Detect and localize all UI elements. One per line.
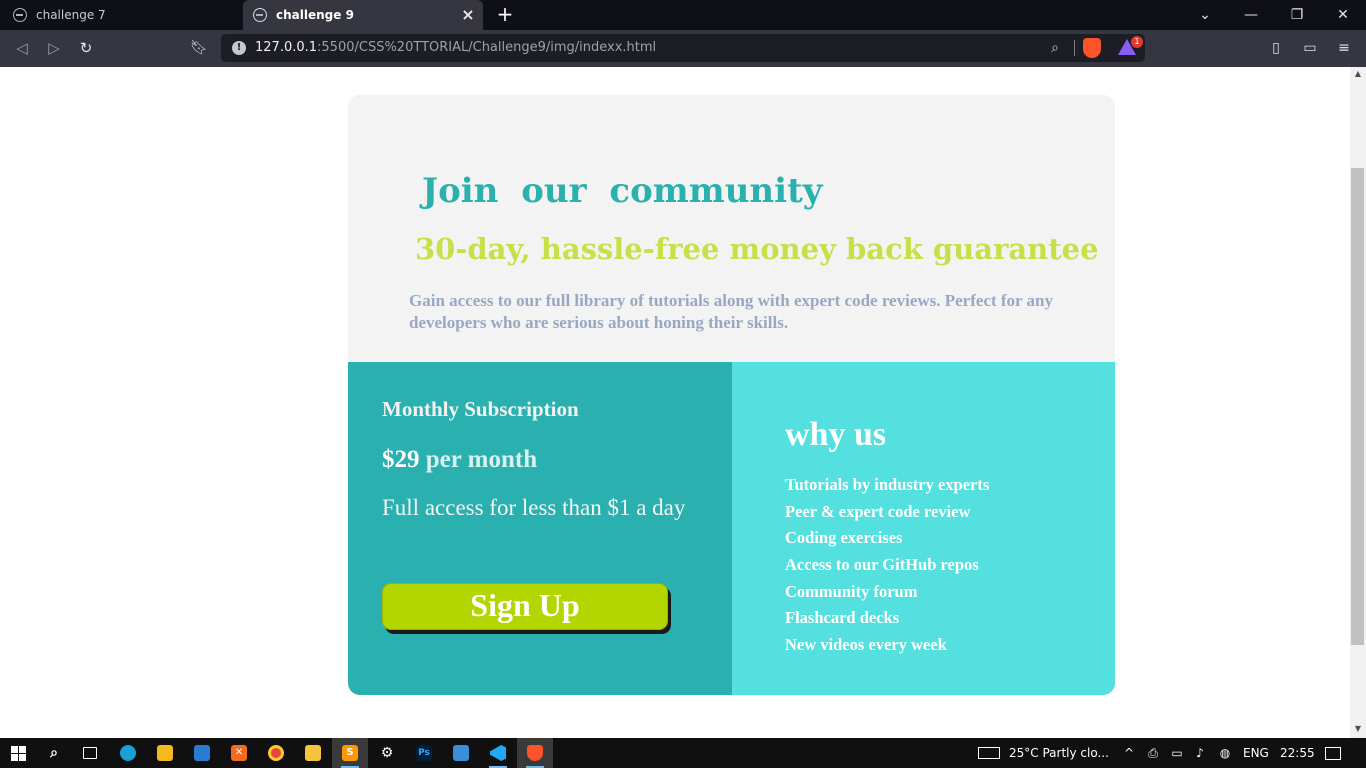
- edge-icon[interactable]: [110, 738, 146, 768]
- scroll-down-arrow-icon[interactable]: ▼: [1350, 724, 1366, 736]
- list-item: Peer & expert code review: [785, 501, 971, 521]
- why-us-panel: why us Tutorials by industry experts Pee…: [732, 362, 1115, 695]
- site-info-icon[interactable]: !: [232, 41, 246, 55]
- scrollbar-thumb[interactable]: [1351, 168, 1364, 645]
- close-window-button[interactable]: ✕: [1320, 0, 1366, 30]
- brave-shields-icon[interactable]: [1083, 38, 1101, 58]
- xampp-icon[interactable]: ✕: [221, 738, 257, 768]
- page-viewport: Join our community 30-day, hassle-free m…: [0, 67, 1350, 738]
- brave-browser-icon[interactable]: [517, 738, 553, 768]
- tab-challenge-7[interactable]: challenge 7: [0, 0, 242, 30]
- list-item: Coding exercises: [785, 528, 903, 548]
- list-item: Community forum: [785, 581, 918, 601]
- divider: [1074, 40, 1075, 56]
- settings-gear-icon[interactable]: ⚙: [369, 738, 405, 768]
- vscode-icon[interactable]: [480, 738, 516, 768]
- address-bar[interactable]: ! 127.0.0.1:5500/CSS%20TTORIAL/Challenge…: [221, 34, 1145, 62]
- network-globe-icon[interactable]: ◍: [1217, 745, 1233, 761]
- why-us-title: why us: [785, 416, 887, 453]
- scroll-up-arrow-icon[interactable]: ▲: [1350, 69, 1366, 81]
- price-period: per month: [425, 446, 538, 473]
- reload-button[interactable]: ↻: [73, 36, 99, 60]
- url-text[interactable]: 127.0.0.1:5500/CSS%20TTORIAL/Challenge9/…: [255, 40, 656, 55]
- browser-toolbar: ◁ ▷ ↻ 🔖︎ ! 127.0.0.1:5500/CSS%20TTORIAL/…: [0, 30, 1366, 67]
- task-view-icon[interactable]: [72, 738, 108, 768]
- new-tab-button[interactable]: +: [494, 3, 516, 27]
- battery-icon[interactable]: ▭: [1169, 745, 1185, 761]
- globe-icon: [13, 8, 27, 22]
- windows-taskbar: ⌕ ✕ S ⚙ Ps 25°C Partly clo... ^ ⎙ ▭ ♪ ◍ …: [0, 738, 1366, 768]
- chevron-up-icon[interactable]: ^: [1121, 745, 1137, 761]
- weather-widget[interactable]: 25°C Partly clo...: [1009, 738, 1109, 768]
- tab-search-icon[interactable]: ⌄: [1182, 0, 1228, 30]
- notifications-icon[interactable]: [1325, 747, 1341, 760]
- sublime-text-icon[interactable]: S: [332, 738, 368, 768]
- wallet-icon[interactable]: ▭: [1299, 38, 1321, 58]
- photoshop-icon[interactable]: Ps: [406, 738, 442, 768]
- restore-button[interactable]: ❐: [1274, 0, 1320, 30]
- forward-button[interactable]: ▷: [41, 36, 67, 60]
- speaker-icon[interactable]: ♪: [1192, 745, 1208, 761]
- notification-badge: 1: [1131, 36, 1143, 48]
- windows-logo-icon: [10, 745, 26, 761]
- pricing-card: Join our community 30-day, hassle-free m…: [348, 95, 1115, 695]
- tab-title: challenge 9: [276, 8, 354, 22]
- store-icon[interactable]: [147, 738, 183, 768]
- photos-icon[interactable]: [443, 738, 479, 768]
- guarantee-subtitle: 30-day, hassle-free money back guarantee: [415, 232, 1099, 266]
- list-item: Flashcard decks: [785, 608, 900, 628]
- back-button[interactable]: ◁: [9, 36, 35, 60]
- list-item: New videos every week: [785, 635, 947, 655]
- chrome-icon[interactable]: [258, 738, 294, 768]
- browser-tab-strip: challenge 7 challenge 9 × + ⌄ — ❐ ✕: [0, 0, 1366, 30]
- sign-up-button[interactable]: Sign Up: [382, 583, 668, 630]
- tab-title: challenge 7: [36, 8, 106, 22]
- sidebar-toggle-icon[interactable]: ▯: [1265, 38, 1287, 58]
- benefits-list: Tutorials by industry experts Peer & exp…: [785, 472, 989, 659]
- news-widget-icon[interactable]: [978, 747, 1000, 759]
- subscription-panel: Monthly Subscription $29 per month Full …: [348, 362, 732, 695]
- file-explorer-icon[interactable]: [295, 738, 331, 768]
- subscription-title: Monthly Subscription: [382, 397, 579, 421]
- bookmark-icon[interactable]: 🔖︎: [189, 38, 209, 60]
- tab-challenge-9[interactable]: challenge 9 ×: [243, 0, 483, 30]
- clock[interactable]: 22:55: [1280, 738, 1315, 768]
- list-item: Access to our GitHub repos: [785, 555, 979, 575]
- menu-icon[interactable]: ≡: [1333, 38, 1355, 58]
- price-amount: $29: [382, 446, 420, 473]
- language-indicator[interactable]: ENG: [1243, 738, 1269, 768]
- vertical-scrollbar[interactable]: ▲ ▼: [1350, 67, 1366, 738]
- description-text: Gain access to our full library of tutor…: [409, 291, 1053, 332]
- zoom-icon[interactable]: ⌕: [1046, 39, 1064, 57]
- access-text: Full access for less than $1 a day: [382, 495, 686, 520]
- close-tab-icon[interactable]: ×: [459, 6, 477, 24]
- page-title: Join our community: [422, 171, 823, 211]
- card-header-section: Join our community 30-day, hassle-free m…: [348, 95, 1115, 362]
- mail-icon[interactable]: [184, 738, 220, 768]
- list-item: Tutorials by industry experts: [785, 475, 990, 494]
- search-icon[interactable]: ⌕: [36, 738, 72, 768]
- price-label: $29 per month: [382, 446, 537, 474]
- start-button[interactable]: [0, 738, 36, 768]
- usb-icon[interactable]: ⎙: [1145, 745, 1161, 761]
- minimize-button[interactable]: —: [1228, 0, 1274, 30]
- globe-icon: [253, 8, 267, 22]
